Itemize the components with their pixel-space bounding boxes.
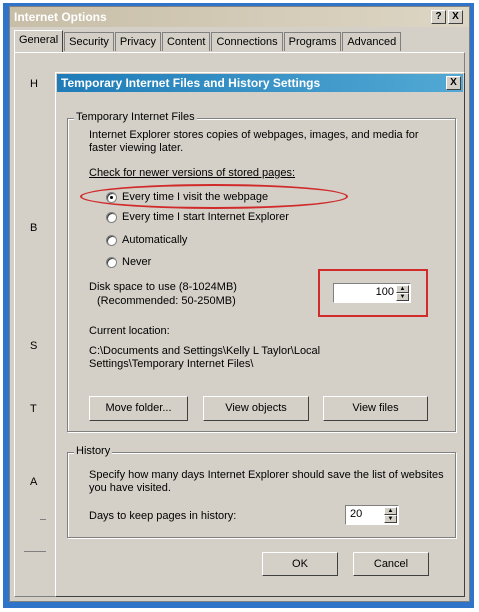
view-files-button[interactable]: View files [323,396,428,421]
window-title-bar: Internet Options ? X [10,7,469,27]
hidden-divider [40,519,46,520]
temp-files-legend: Temporary Internet Files [74,111,197,123]
radio-every-start[interactable]: Every time I start Internet Explorer [106,211,336,225]
tab-connections[interactable]: Connections [211,32,283,51]
history-group: History [67,445,456,538]
hidden-section-letter: A [30,476,38,488]
check-versions-label: Check for newer versions of stored pages… [89,167,296,179]
current-location-line-2: Settings\Temporary Internet Files\ [89,358,254,370]
tab-general[interactable]: General [14,30,64,52]
radio-automatically[interactable]: Automatically [106,234,226,248]
ok-button[interactable]: OK [262,552,338,576]
spin-up-icon[interactable]: ▲ [384,507,397,515]
radio-button[interactable] [106,257,117,268]
highlight-box [318,269,428,317]
tab-security[interactable]: Security [64,32,114,51]
disk-recommended-label: (Recommended: 50-250MB) [97,295,236,307]
radio-label: Every time I start Internet Explorer [122,211,289,223]
highlight-ellipse [80,184,348,209]
days-label: Days to keep pages in history: [89,510,237,522]
view-objects-button[interactable]: View objects [203,396,309,421]
history-description: Specify how many days Internet Explorer … [89,469,444,494]
move-folder-button[interactable]: Move folder... [89,396,188,421]
hidden-section-letter: T [30,403,37,415]
days-value[interactable]: 20 [350,508,382,520]
hidden-section-letter: H [30,78,38,90]
tab-content[interactable]: Content [161,32,211,51]
hidden-section-letter: S [30,340,38,352]
dialog-close-button[interactable]: X [446,76,461,90]
hidden-divider [24,551,46,552]
hidden-section-letter: B [30,222,38,234]
disk-space-label: Disk space to use (8-1024MB) [89,281,237,293]
close-button[interactable]: X [448,10,463,24]
tab-advanced[interactable]: Advanced [342,32,402,51]
tab-privacy[interactable]: Privacy [114,32,161,51]
radio-button[interactable] [106,212,117,223]
window-title: Internet Options [14,10,107,24]
temp-files-description: Internet Explorer stores copies of webpa… [89,129,419,154]
dialog-title: Temporary Internet Files and History Set… [61,76,321,90]
days-spinner[interactable]: 20 ▲ ▼ [345,505,399,525]
radio-never[interactable]: Never [106,256,186,270]
radio-label: Never [122,256,152,268]
tab-programs[interactable]: Programs [283,32,342,51]
current-location-line-1: C:\Documents and Settings\Kelly L Taylor… [89,345,321,357]
radio-button[interactable] [106,235,117,246]
spin-down-icon[interactable]: ▼ [384,515,397,523]
spinner-arrows[interactable]: ▲ ▼ [384,507,397,523]
current-location-label: Current location: [89,325,170,337]
help-button[interactable]: ? [431,10,446,24]
cancel-button[interactable]: Cancel [353,552,429,576]
radio-label: Automatically [122,234,188,246]
dialog-title-bar: Temporary Internet Files and History Set… [57,74,463,92]
tab-strip: General Security Privacy Content Connect… [14,30,402,52]
history-legend: History [74,445,113,457]
